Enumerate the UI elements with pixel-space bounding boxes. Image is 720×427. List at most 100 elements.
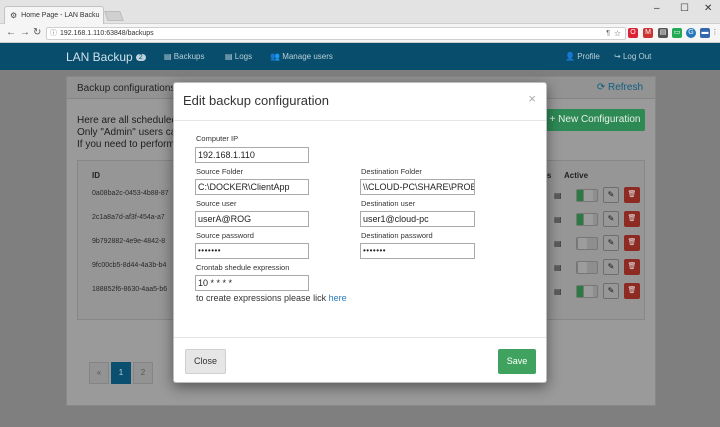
destination-user-label: Destination user [361,199,416,208]
trash-icon: 🗑 [627,287,637,294]
back-icon[interactable]: ← [6,27,16,38]
brand[interactable]: LAN Backup 2 [66,50,146,64]
nav-backups[interactable]: ▤ Backups [164,52,204,61]
active-toggle[interactable] [576,285,598,298]
page-1[interactable]: 1 [111,362,131,384]
edit-backup-modal: Edit backup configuration × Computer IP … [173,82,547,383]
edit-button[interactable]: ✎ [603,187,619,203]
pencil-icon: ✎ [607,214,615,223]
modal-header-divider [174,120,546,121]
opera-extension-icon[interactable]: O [628,28,638,38]
logs-icon[interactable]: ▤ [554,215,562,224]
pagination: « 1 2 [89,362,153,384]
computer-ip-input[interactable]: 192.168.1.110 [195,147,309,163]
logout-icon: ↪ [614,52,623,61]
browser-tab[interactable]: ⚙ Home Page - LAN Backu × [4,6,104,24]
crontab-input[interactable]: 10 * * * * [195,275,309,291]
delete-button[interactable]: 🗑 [624,187,640,203]
logs-icon[interactable]: ▤ [554,287,562,296]
logs-icon[interactable]: ▤ [554,239,562,248]
col-header-active: Active [564,171,589,180]
edit-button[interactable]: ✎ [603,259,619,275]
active-toggle[interactable] [576,261,598,274]
new-tab-button[interactable] [104,11,124,21]
nav-logout-label: Log Out [622,52,652,61]
delete-button[interactable]: 🗑 [624,283,640,299]
nav-profile[interactable]: 👤 Profile [565,52,600,61]
toggle-knob [577,238,587,249]
plus-icon: + [549,114,559,125]
extension-icon[interactable]: ▤ [658,28,668,38]
nav-manage-users-label: Manage users [282,52,333,61]
edit-button[interactable]: ✎ [603,211,619,227]
toggle-knob [583,190,593,201]
nav-manage-users[interactable]: 👥 Manage users [270,52,333,61]
new-configuration-label: New Configuration [558,114,641,125]
address-bar[interactable]: ⓘ 192.168.1.110:63848/backups ¶ ☆ [46,27,626,40]
trash-icon: 🗑 [627,191,637,198]
page-2[interactable]: 2 [133,362,153,384]
site-settings-icon[interactable]: ¶ [606,28,610,40]
active-toggle[interactable] [576,213,598,226]
minimize-button[interactable]: – [654,3,660,14]
browser-titlebar: ⚙ Home Page - LAN Backu × – ☐ ✕ [0,0,720,24]
browser-window: ⚙ Home Page - LAN Backu × – ☐ ✕ ← → ↻ ⓘ … [0,0,720,427]
browser-menu-icon[interactable]: ⋮ [711,28,719,38]
gmail-extension-icon[interactable]: M [643,28,653,38]
refresh-button[interactable]: ⟳ Refresh [597,82,643,93]
delete-button[interactable]: 🗑 [624,259,640,275]
page-prev[interactable]: « [89,362,109,384]
browser-toolbar: ← → ↻ ⓘ 192.168.1.110:63848/backups ¶ ☆ [0,24,720,43]
table-row-id: 9fc00cb5-8d44-4a3b-b4 [92,262,167,269]
forward-icon[interactable]: → [20,27,30,38]
panel-title: Backup configurations [77,83,176,94]
cast-icon[interactable]: ▭ [672,28,682,38]
destination-folder-label: Destination Folder [361,167,422,176]
edit-button[interactable]: ✎ [603,283,619,299]
close-button[interactable]: Close [185,349,226,374]
bookmark-star-icon[interactable]: ☆ [614,28,621,40]
logs-icon[interactable]: ▤ [554,263,562,272]
save-button[interactable]: Save [498,349,536,374]
trash-icon: 🗑 [627,263,637,270]
active-toggle[interactable] [576,189,598,202]
pencil-icon: ✎ [607,238,615,247]
crontab-help-link[interactable]: here [329,293,347,303]
new-configuration-button[interactable]: + New Configuration [545,109,645,131]
reload-icon[interactable]: ↻ [33,27,41,38]
destination-folder-input[interactable]: \\CLOUD-PC\SHARE\PROB [360,179,475,195]
refresh-icon: ⟳ [596,82,608,93]
col-header-id: ID [92,171,100,180]
pencil-icon: ✎ [607,286,615,295]
destination-password-input[interactable]: ••••••• [360,243,475,259]
info-line-2: Only "Admin" users ca [77,127,177,138]
logs-icon: ▤ [225,52,235,61]
table-row-id: 2c1a8a7d-af3f-454a-a7 [92,214,165,221]
brand-badge: 2 [135,54,146,62]
account-extension-icon[interactable]: ▬ [700,28,710,38]
crontab-help: to create expressions please lick here [196,293,347,303]
modal-close-icon[interactable]: × [528,91,536,106]
destination-password-label: Destination password [361,231,433,240]
backups-icon: ▤ [164,52,174,61]
tab-title: Home Page - LAN Backu [21,12,100,19]
maximize-button[interactable]: ☐ [680,3,689,14]
delete-button[interactable]: 🗑 [624,235,640,251]
source-folder-input[interactable]: C:\DOCKER\ClientApp [195,179,309,195]
pencil-icon: ✎ [607,262,615,271]
logs-icon[interactable]: ▤ [554,191,562,200]
page-info-icon[interactable]: ⓘ [50,28,57,40]
nav-profile-label: Profile [577,52,600,61]
source-password-input[interactable]: ••••••• [195,243,309,259]
close-window-button[interactable]: ✕ [704,3,712,14]
grammarly-icon[interactable]: G [686,28,696,38]
nav-logs[interactable]: ▤ Logs [225,52,252,61]
source-user-input[interactable]: userA@ROG [195,211,309,227]
active-toggle[interactable] [576,237,598,250]
destination-user-input[interactable]: user1@cloud-pc [360,211,475,227]
edit-button[interactable]: ✎ [603,235,619,251]
brand-name: LAN Backup [66,50,133,64]
nav-logout[interactable]: ↪ Log Out [614,52,651,61]
delete-button[interactable]: 🗑 [624,211,640,227]
table-row-id: 0a08ba2c-0453-4b88-87 [92,190,169,197]
